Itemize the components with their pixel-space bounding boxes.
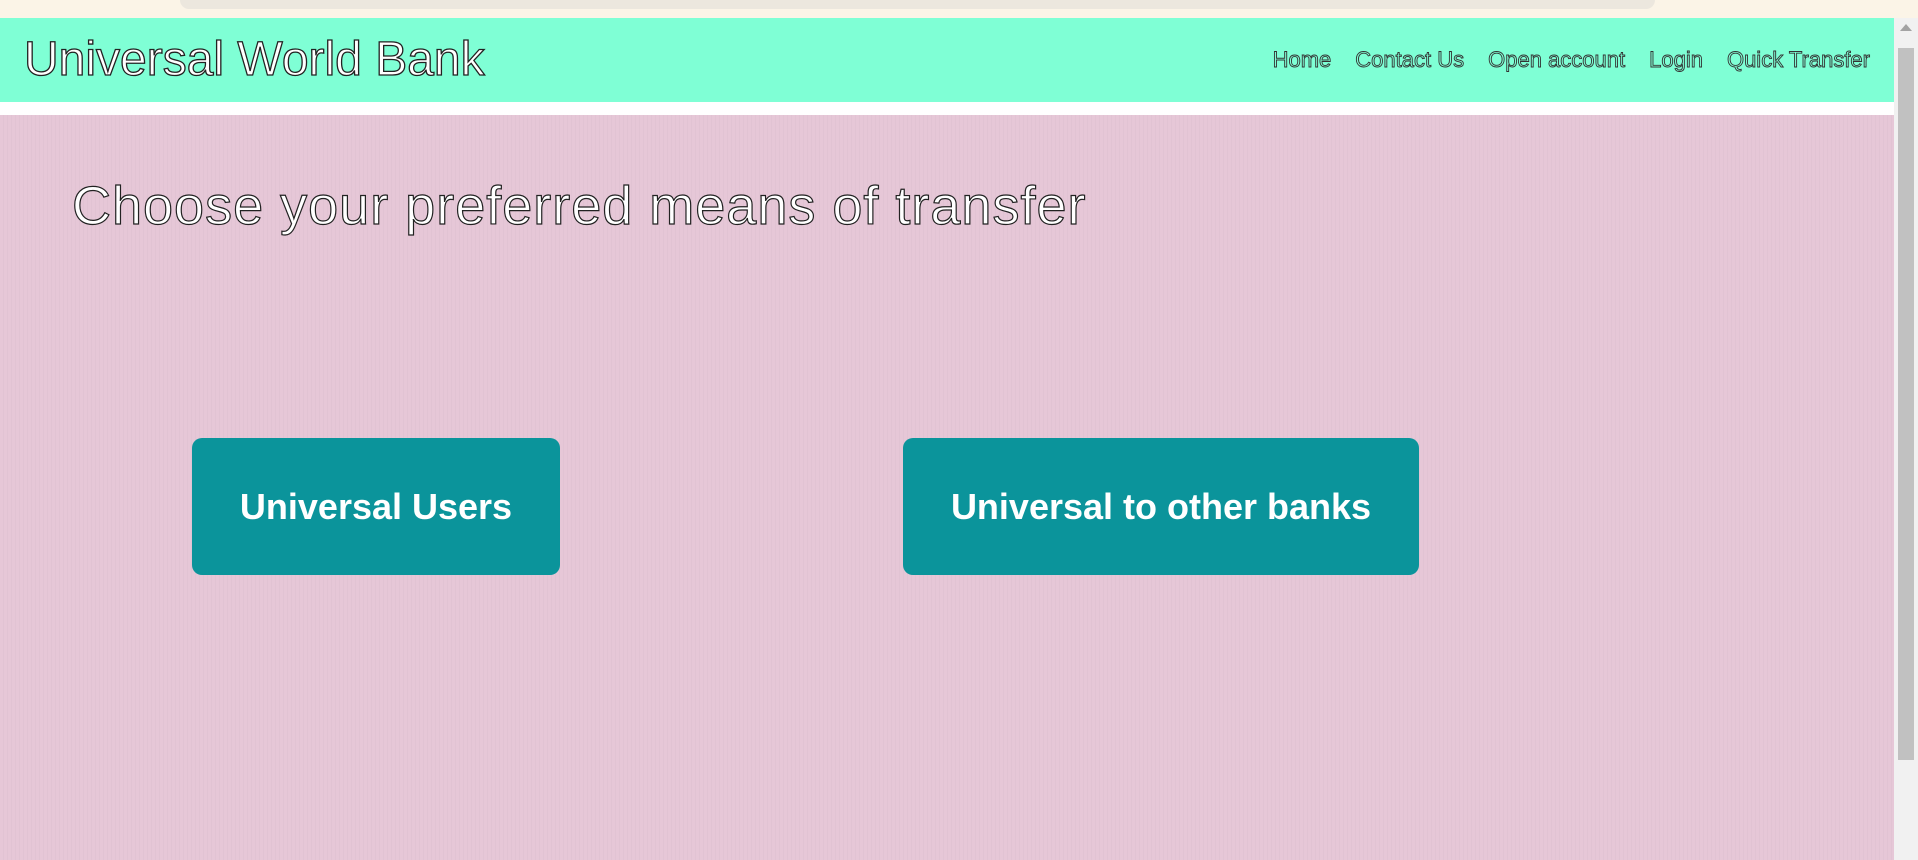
vertical-scrollbar[interactable] bbox=[1894, 18, 1918, 860]
browser-top-strip bbox=[0, 0, 1918, 18]
universal-users-button[interactable]: Universal Users bbox=[192, 438, 560, 575]
main-content: Choose your preferred means of transfer … bbox=[0, 115, 1894, 860]
scrollbar-thumb[interactable] bbox=[1898, 48, 1914, 760]
nav-home-link[interactable]: Home bbox=[1272, 46, 1332, 74]
nav-contact-us-link[interactable]: Contact Us bbox=[1355, 46, 1465, 74]
nav-open-account-link[interactable]: Open account bbox=[1488, 46, 1626, 74]
scroll-up-arrow-icon[interactable] bbox=[1900, 24, 1912, 31]
nav-login-link[interactable]: Login bbox=[1649, 46, 1704, 74]
page-title: Choose your preferred means of transfer bbox=[71, 175, 1087, 236]
universal-to-other-banks-button[interactable]: Universal to other banks bbox=[903, 438, 1419, 575]
header-divider bbox=[0, 102, 1894, 115]
nav-links: Home Contact Us Open account Login Quick… bbox=[1272, 46, 1871, 74]
address-bar-edge bbox=[180, 0, 1655, 9]
navbar: Universal World Bank Home Contact Us Ope… bbox=[0, 18, 1894, 102]
brand-logo-text[interactable]: Universal World Bank bbox=[23, 32, 485, 88]
nav-quick-transfer-link[interactable]: Quick Transfer bbox=[1727, 46, 1871, 74]
